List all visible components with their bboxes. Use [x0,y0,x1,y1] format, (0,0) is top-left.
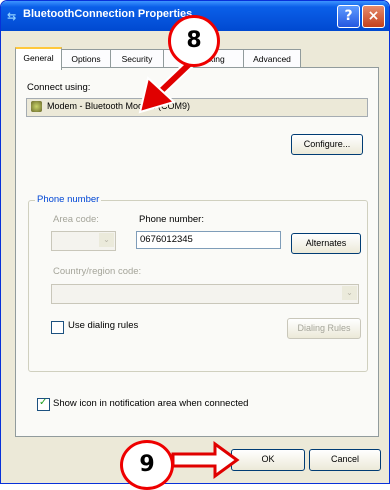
callout-9-arrow [171,441,240,479]
area-code-label: Area code: [53,214,99,225]
country-region-dropdown[interactable]: ⌄ [51,284,359,304]
phone-number-group: Phone number Area code: ⌄ Phone number: … [28,194,368,372]
checkmark-icon: ✓ [39,397,48,408]
area-code-dropdown[interactable]: ⌄ [51,231,116,251]
close-icon: × [367,8,380,24]
modem-icon [31,101,42,112]
connection-icon: ⇆ [7,10,17,23]
use-dialing-rules-checkbox[interactable] [51,321,64,334]
configure-button[interactable]: Configure... [291,134,363,155]
phone-number-group-label: Phone number [35,194,102,205]
callout-9: 9 [120,440,174,490]
chevron-down-icon: ⌄ [99,233,114,247]
help-button[interactable]: ? [337,5,360,28]
connect-using-label: Connect using: [27,82,91,93]
tab-general[interactable]: General [15,47,62,70]
cancel-button[interactable]: Cancel [309,449,381,471]
show-icon-label: Show icon in notification area when conn… [53,398,249,409]
use-dialing-rules-label: Use dialing rules [68,320,139,331]
dialing-rules-button[interactable]: Dialing Rules [287,318,361,339]
tab-options[interactable]: Options [61,49,111,68]
tab-advanced[interactable]: Advanced [243,49,301,68]
chevron-down-icon: ⌄ [342,286,357,300]
window-title: BluetoothConnection Properties [23,8,193,20]
phone-number-label: Phone number: [139,214,204,225]
alternates-button[interactable]: Alternates [291,233,361,254]
country-region-label: Country/region code: [53,266,142,277]
close-button[interactable]: × [362,5,385,28]
show-icon-checkbox[interactable]: ✓ [37,397,50,411]
help-icon: ? [344,8,353,24]
callout-8: 8 [168,15,220,67]
phone-number-input[interactable] [136,231,281,249]
